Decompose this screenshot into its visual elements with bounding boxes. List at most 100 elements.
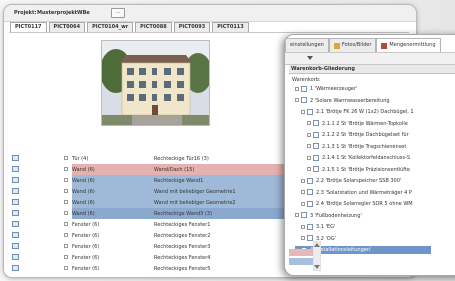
- overlay-tab[interactable]: einstellungen: [285, 38, 329, 52]
- expand-icon[interactable]: [64, 156, 68, 160]
- element-icon: [12, 188, 19, 194]
- element-type: Fenster (6): [72, 233, 100, 239]
- element-icon: [12, 177, 19, 183]
- expand-icon[interactable]: [64, 222, 68, 226]
- tree-expand-icon[interactable]: [295, 213, 299, 217]
- basket-tree-label: 2.1 'Brötje FK 26 W (1x2) Dachbügel, 1: [316, 109, 414, 115]
- basket-tree-label: 2.4 'Brötje Solarregler SOR 5 ohne WM: [316, 201, 413, 207]
- basket-tree-item[interactable]: 2 'Solare Warmwasserbereitung: [295, 97, 390, 105]
- expand-icon[interactable]: [64, 211, 68, 215]
- document-icon: [307, 200, 313, 207]
- document-icon: [301, 85, 307, 92]
- project-bar: Projekt: MusterprojektWBe ...: [4, 5, 416, 22]
- tree-expand-icon[interactable]: [307, 121, 311, 125]
- element-description: Rechteckiges Fenster1: [154, 222, 211, 228]
- element-type: Wand (6): [72, 167, 95, 173]
- tree-expand-icon[interactable]: [301, 201, 305, 206]
- basket-tree-label: 2.2 'Brötje Solarspeicher SSB 300': [316, 178, 402, 184]
- tree-expand-icon[interactable]: [301, 224, 305, 229]
- overlay-toolbar: [285, 52, 455, 65]
- basket-tree-item[interactable]: 2.4 'Brötje Solarregler SOR 5 ohne WM: [301, 200, 413, 208]
- basket-tree-label: 2.1.2 2 St 'Brötje Dachbügelset für: [322, 132, 409, 138]
- overlay-tabs: einstellungen Fotos/Bilder Mengenermittlun…: [285, 38, 441, 52]
- image-tab[interactable]: PICT0117: [10, 22, 47, 32]
- overlay-tab-label: einstellungen: [290, 42, 324, 48]
- expand-icon[interactable]: [64, 255, 68, 259]
- element-icon: [12, 243, 19, 249]
- basket-tree-item[interactable]: 2.1.2 2 St 'Brötje Dachbügelset für: [307, 131, 409, 139]
- tree-expand-icon[interactable]: [307, 167, 311, 171]
- element-description: Rechteckiges Fenster5: [154, 266, 211, 272]
- basket-header: Warenkorb-Gliederung: [289, 65, 455, 74]
- tree-expand-icon[interactable]: [295, 86, 299, 91]
- element-type: Fenster (6): [72, 266, 100, 272]
- building-photo[interactable]: [101, 40, 210, 126]
- project-label: Projekt:: [14, 10, 37, 16]
- element-description: Rechteckiges Fenster2: [154, 233, 211, 239]
- tree-expand-icon[interactable]: [301, 190, 305, 194]
- tree-expand-icon[interactable]: [307, 144, 311, 148]
- tree-expand-icon[interactable]: [295, 98, 299, 102]
- basket-tree-item[interactable]: 2.2 'Brötje Solarspeicher SSB 300': [301, 177, 401, 185]
- basket-icon: [381, 42, 388, 49]
- element-type: Wand (6): [72, 200, 95, 206]
- expand-icon[interactable]: [64, 167, 68, 171]
- dropdown-arrow-icon[interactable]: [307, 56, 313, 61]
- vertical-scrollbar[interactable]: [313, 241, 321, 271]
- element-description: Rechteckiges Fenster3: [154, 244, 211, 250]
- project-name: MusterprojektWBe: [37, 10, 90, 16]
- image-tab[interactable]: PICT0113: [212, 22, 249, 32]
- element-icon: [12, 232, 19, 238]
- basket-tree-item[interactable]: 1 'Wärmeerzeuger': [295, 85, 357, 93]
- basket-root: Warenkorb:: [292, 77, 321, 83]
- basket-tree-label: 3 'Fußbodenheizung': [310, 212, 362, 219]
- element-icon: [12, 265, 19, 271]
- tree-expand-icon[interactable]: [301, 109, 305, 114]
- basket-tree-item[interactable]: 2.1.1 2 St 'Brötje Wärmen-Topkolle: [307, 120, 408, 128]
- element-type: Tür (4): [72, 156, 89, 162]
- basket-tree-item[interactable]: 2.1.5 1 St 'Brötje Präzisionsentlüfte: [307, 166, 410, 174]
- element-description: Wand/Dach (15): [154, 167, 195, 173]
- tree-expand-icon[interactable]: [301, 178, 305, 183]
- document-icon: [307, 223, 313, 230]
- overlay-tab[interactable]: Fotos/Bilder: [328, 38, 377, 52]
- element-type: Fenster (6): [72, 255, 100, 261]
- basket-tree-label: 2.1.3 1 St 'Brötje Tragschienenset: [322, 143, 407, 150]
- overlay-tab-label: Mengenermittlung: [389, 42, 436, 48]
- document-icon: [313, 154, 319, 161]
- image-tab[interactable]: PICT0088: [135, 22, 172, 32]
- element-type: Fenster (6): [72, 244, 100, 250]
- document-icon: [307, 177, 313, 184]
- expand-icon[interactable]: [64, 189, 68, 193]
- basket-tree-item[interactable]: 2.1.3 1 St 'Brötje Tragschienenset: [307, 143, 406, 151]
- basket-tree-item[interactable]: 3.1 'EG': [301, 223, 335, 231]
- expand-icon[interactable]: [64, 233, 68, 237]
- overlay-tab[interactable]: Mengenermittlung: [376, 38, 441, 52]
- highlighted-element-strip: [289, 249, 313, 256]
- tree-expand-icon[interactable]: [307, 155, 311, 160]
- basket-tree-item[interactable]: 2.3 'Solarstation und Wärmeträger 4 P: [301, 189, 412, 197]
- expand-icon[interactable]: [64, 244, 68, 248]
- element-description: Rechteckige Tür16 (3): [154, 156, 209, 162]
- element-icon: [12, 155, 19, 161]
- photo-icon: [333, 42, 340, 49]
- element-icon: [12, 210, 19, 216]
- basket-tree-item[interactable]: 2.1 'Brötje FK 26 W (1x2) Dachbügel, 1: [301, 108, 414, 116]
- image-tab[interactable]: PICT0104_wr: [87, 22, 134, 32]
- element-type: Wand (6): [72, 211, 95, 217]
- tree-expand-icon[interactable]: [301, 236, 305, 240]
- basket-tree-item[interactable]: 2.1.4 1 St 'Kollektorfeldanschluss-S: [307, 154, 410, 162]
- expand-icon[interactable]: [64, 178, 68, 182]
- tree-expand-icon[interactable]: [307, 132, 311, 137]
- element-icon: [12, 221, 19, 227]
- document-icon: [301, 97, 307, 103]
- basket-tree-label: 2.1.4 1 St 'Kollektorfeldanschluss-S: [322, 155, 410, 161]
- image-tab[interactable]: PICT0064: [48, 22, 86, 32]
- basket-tree-item[interactable]: 3 'Fußbodenheizung': [295, 212, 362, 220]
- expand-icon[interactable]: [64, 266, 68, 270]
- image-tab[interactable]: PICT0093: [173, 22, 211, 32]
- project-browse-button[interactable]: ...: [111, 8, 125, 18]
- building-photo-image: [102, 41, 209, 125]
- element-type: Fenster (6): [72, 222, 100, 228]
- expand-icon[interactable]: [64, 200, 68, 204]
